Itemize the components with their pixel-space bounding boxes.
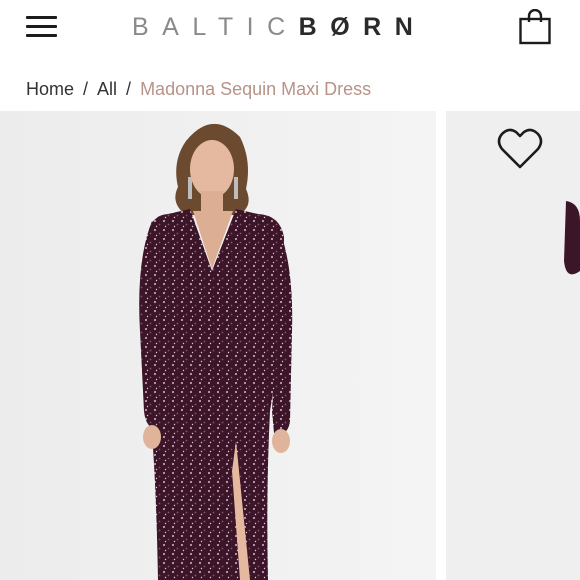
heart-outline-icon[interactable] [496, 127, 544, 171]
breadcrumb-separator: / [126, 78, 132, 99]
breadcrumb-current: Madonna Sequin Maxi Dress [140, 78, 372, 99]
product-image-gallery[interactable] [0, 111, 580, 580]
menu-line [26, 34, 57, 37]
menu-line [26, 16, 57, 19]
breadcrumb-all-link[interactable]: All [97, 79, 117, 100]
product-image-main[interactable] [0, 111, 436, 580]
breadcrumb-home-link[interactable]: Home [26, 79, 74, 100]
breadcrumb: Home / All / Madonna Sequin Maxi Dress [26, 77, 371, 101]
shopping-bag-icon[interactable] [518, 8, 552, 45]
menu-line [26, 25, 57, 28]
logo-text-light: BALTIC [132, 12, 299, 41]
breadcrumb-separator: / [83, 78, 89, 99]
site-header: BALTIC BØRN [0, 0, 580, 56]
product-image-next[interactable] [446, 111, 580, 580]
product-photo-next [446, 111, 580, 580]
hamburger-menu-icon[interactable] [26, 14, 58, 40]
site-logo[interactable]: BALTIC BØRN [132, 12, 426, 42]
logo-text-dark: BØRN [298, 12, 427, 41]
product-photo [0, 111, 436, 580]
